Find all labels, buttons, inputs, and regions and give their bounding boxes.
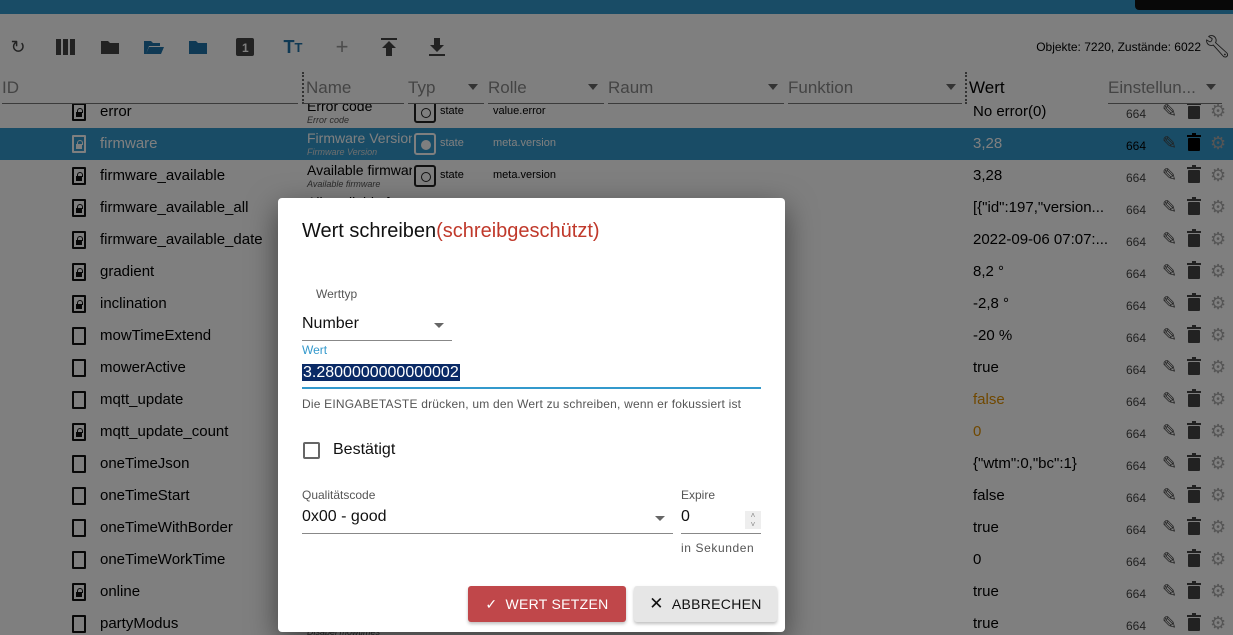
spinner-icon[interactable]: ˄ ˅ <box>745 511 761 529</box>
chevron-down-icon <box>655 516 665 521</box>
dialog-title-text: Wert schreiben <box>302 220 437 242</box>
chevron-down-icon <box>434 323 444 328</box>
write-value-dialog: Wert schreiben(schreibgeschützt) Werttyp… <box>278 198 785 632</box>
set-value-label: WERT SETZEN <box>505 596 609 612</box>
readonly-label: (schreibgeschützt) <box>436 220 600 242</box>
wert-value: 3.2800000000000002 <box>302 364 460 381</box>
werttyp-select[interactable]: Number <box>302 315 452 341</box>
cancel-button[interactable]: ✕ ABBRECHEN <box>634 586 777 622</box>
expire-value: 0 <box>681 508 690 525</box>
werttyp-value: Number <box>302 315 359 332</box>
expire-label: Expire <box>681 488 716 502</box>
wert-input[interactable]: 3.2800000000000002 <box>302 364 761 389</box>
wert-label: Wert <box>302 343 328 357</box>
quality-select[interactable]: 0x00 - good <box>302 508 673 534</box>
wert-helper: Die EINGABETASTE drücken, um den Wert zu… <box>302 397 742 411</box>
close-icon: ✕ <box>649 594 664 613</box>
dialog-title: Wert schreiben(schreibgeschützt) <box>302 220 600 243</box>
quality-label: Qualitätscode <box>302 488 376 502</box>
cancel-label: ABBRECHEN <box>671 596 762 612</box>
expire-helper: in Sekunden <box>681 541 755 555</box>
bestaetigt-checkbox[interactable] <box>303 442 320 459</box>
quality-value: 0x00 - good <box>302 508 387 525</box>
werttyp-label: Werttyp <box>316 287 358 301</box>
expire-input[interactable]: 0 ˄ ˅ <box>681 508 761 534</box>
set-value-button[interactable]: ✓ WERT SETZEN <box>468 586 626 622</box>
bestaetigt-label[interactable]: Bestätigt <box>333 441 395 459</box>
check-icon: ✓ <box>485 595 498 612</box>
